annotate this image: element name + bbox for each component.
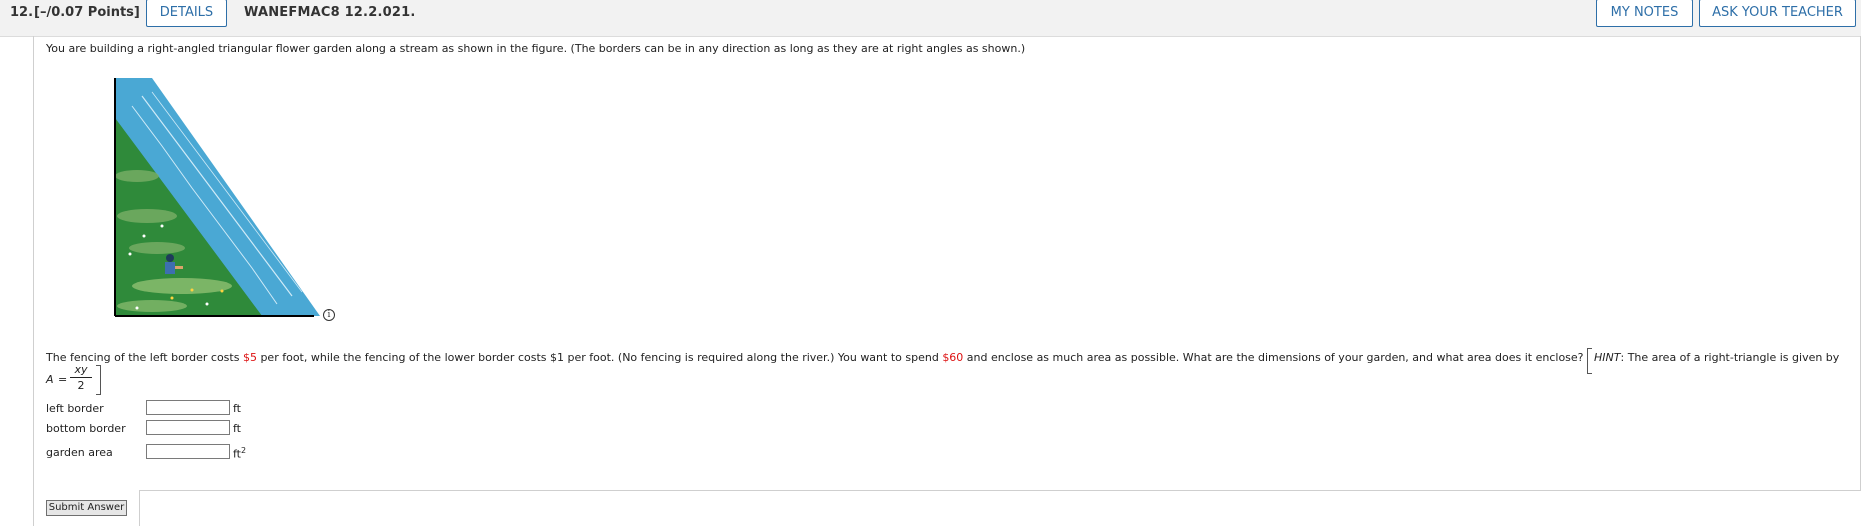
- question-body: The fencing of the left border costs $5 …: [46, 345, 1840, 374]
- question-intro: You are building a right-angled triangul…: [46, 42, 1026, 55]
- question-header: 12. [–/0.07 Points] DETAILS WANEFMAC8 12…: [0, 0, 1861, 37]
- garden-area-label: garden area: [46, 446, 113, 459]
- left-border-unit: ft: [233, 402, 241, 415]
- garden-area-unit: ft2: [233, 446, 246, 461]
- body-text-2: per foot, while the fencing of the lower…: [256, 351, 943, 364]
- budget-value: $60: [942, 351, 964, 364]
- hint-label: HINT: [1594, 351, 1621, 364]
- ask-teacher-button[interactable]: ASK YOUR TEACHER: [1699, 0, 1856, 27]
- info-icon[interactable]: i: [323, 309, 335, 321]
- bottom-border-label: bottom border: [46, 422, 126, 435]
- question-number: 12.: [10, 5, 34, 20]
- hint-bracket-left: [1587, 348, 1593, 374]
- points-label: [–/0.07 Points]: [34, 5, 140, 20]
- submit-answer-button[interactable]: Submit Answer: [46, 500, 127, 516]
- garden-triangle-image: [114, 78, 320, 317]
- formula-equals: =: [58, 373, 68, 386]
- formula-fraction: xy 2: [68, 363, 94, 392]
- my-notes-button[interactable]: MY NOTES: [1596, 0, 1693, 27]
- details-button[interactable]: DETAILS: [146, 0, 227, 27]
- cost-left-value: $5: [242, 351, 257, 364]
- garden-area-unit-exponent: 2: [241, 446, 247, 455]
- assignment-code: WANEFMAC8 12.2.021.: [244, 5, 416, 20]
- fraction-bar: [70, 377, 92, 378]
- left-border-label: left border: [46, 402, 104, 415]
- hint-text: : The area of a right-triangle is given …: [1620, 351, 1840, 364]
- garden-figure: [112, 76, 322, 322]
- hint-bracket-right: [96, 365, 101, 395]
- bottom-border-unit: ft: [233, 422, 241, 435]
- formula-denominator: 2: [77, 379, 85, 392]
- formula-numerator: xy: [74, 363, 88, 376]
- body-text-3: and enclose as much area as possible. Wh…: [963, 351, 1588, 364]
- bottom-border-input[interactable]: [146, 420, 230, 435]
- left-border-input[interactable]: [146, 400, 230, 415]
- garden-area-unit-base: ft: [233, 447, 241, 461]
- garden-area-input[interactable]: [146, 444, 230, 459]
- formula-lhs: A: [46, 373, 54, 386]
